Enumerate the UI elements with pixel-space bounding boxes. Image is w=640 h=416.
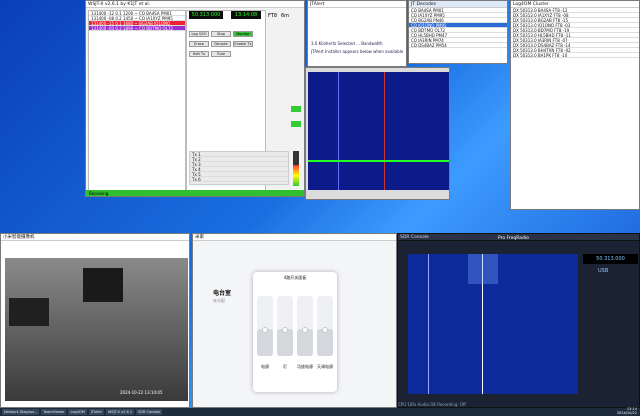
- room-title: 电台室: [213, 290, 232, 297]
- smarthome-title-bar: 米家: [193, 234, 396, 241]
- sdr-window[interactable]: SDR Console Pro FreqRadio 50.313.000 USB…: [397, 233, 640, 408]
- waterfall-signal-line: [338, 72, 339, 190]
- smarthome-window[interactable]: 米家 电台室 未分配 4路开关面板 电源 灯 功放电源 天调电源: [192, 233, 397, 408]
- taskbar: Network Diagnos... TeamViewer Log4OM JTA…: [0, 408, 640, 416]
- jtalert-notice: JTAlert Installer appears below when ava…: [311, 49, 404, 54]
- camera-title-bar: 小米智能摄像机: [1, 234, 189, 241]
- taskbar-item[interactable]: WSJT-X v2.6.1: [105, 409, 135, 415]
- wsjt-status-bar: Receiving: [86, 190, 304, 196]
- switch-slider-amp[interactable]: [297, 296, 313, 356]
- wsjt-window[interactable]: WSJT-X v2.6.1 by K1JT et al. 131400 -12 …: [85, 0, 305, 197]
- logger-title-bar: Log4OM Cluster: [511, 1, 639, 8]
- room-subtitle: 未分配: [213, 298, 225, 303]
- taskbar-item[interactable]: SDR Console: [136, 409, 163, 415]
- wsjt-freq-display: 50.313 000: [189, 11, 223, 19]
- taskbar-item[interactable]: TeamViewer: [41, 409, 67, 415]
- switch-label-amp: 功放电源: [297, 364, 313, 369]
- calllist-window[interactable]: JT Decodes CQ BA4SA PM01 CQ JA1XYZ PM95 …: [408, 0, 508, 64]
- wsjt-title-bar: WSJT-X v2.6.1 by K1JT et al.: [86, 1, 304, 8]
- log-row[interactable]: DX 50313.0 BA1PK FT8 -10: [511, 53, 639, 58]
- monitor-button[interactable]: Monitor: [233, 31, 253, 37]
- clock-date: 2024/10/22: [616, 411, 637, 415]
- tx-row[interactable]: Tx 6: [190, 177, 288, 182]
- wsjt-decode-pane[interactable]: 131400 -12 0.1 1200 ~ CQ BA4SA PM01 1314…: [88, 10, 186, 193]
- spectrum-trace: [308, 160, 449, 162]
- wsjt-signal-meter: [293, 151, 299, 186]
- radio-equipment: [9, 298, 49, 326]
- sdr-signal-line-1: [428, 254, 429, 394]
- wsjt-band-label: 6m: [281, 13, 290, 19]
- erase-button[interactable]: Erase: [189, 41, 209, 47]
- camera-timestamp: 2024-10-22 13:14:05: [120, 390, 163, 395]
- sdr-mode-label: USB: [598, 268, 609, 274]
- decode-row-highlight: 131400 -03 0.3 1890 ~ CQ BD7MQ OL72: [89, 26, 185, 31]
- camera-window[interactable]: 小米智能摄像机 2024-10-22 13:14:05: [0, 233, 190, 408]
- wsjt-tx-panel: Tx 1 Tx 2 Tx 3 Tx 4 Tx 5 Tx 6: [189, 151, 289, 185]
- switch-label-power: 电源: [261, 364, 269, 369]
- wsjt-side-green-1[interactable]: [291, 106, 301, 112]
- jtalert-message: 3.0 Kilohertz Selected ... Bandwidth: [311, 41, 383, 46]
- log-qso-button[interactable]: Log QSO: [189, 31, 209, 37]
- wsjt-mode-label: FT8: [268, 13, 278, 19]
- jtalert-window[interactable]: JTAlert 3.0 Kilohertz Selected ... Bandw…: [307, 0, 407, 67]
- dialog-title: 4路开关面板: [283, 275, 307, 280]
- taskbar-item[interactable]: JTAlert: [88, 409, 104, 415]
- taskbar-item[interactable]: Log4OM: [68, 409, 87, 415]
- halt-tx-button[interactable]: Halt Tx: [189, 51, 209, 57]
- switch-label-tuner: 天调电源: [317, 364, 333, 369]
- taskbar-item[interactable]: Network Diagnos...: [2, 409, 40, 415]
- switch-slider-light[interactable]: [277, 296, 293, 356]
- wsjt-time-display: 13:14:08: [231, 11, 261, 19]
- monitor-shape: [83, 268, 123, 302]
- switch-slider-power[interactable]: [257, 296, 273, 356]
- taskbar-clock[interactable]: 13:14 2024/10/22: [617, 408, 640, 415]
- tune-button[interactable]: Tune: [211, 51, 231, 57]
- waterfall-display[interactable]: [308, 72, 449, 190]
- decode-button[interactable]: Decode: [211, 41, 231, 47]
- waterfall-tx-marker: [384, 72, 385, 190]
- sdr-spectrum[interactable]: [408, 254, 578, 394]
- switch-slider-tuner[interactable]: [317, 296, 333, 356]
- enable-tx-button[interactable]: Enable Tx: [233, 41, 253, 47]
- call-row[interactable]: CQ DS4BAZ PM54: [409, 43, 507, 48]
- logger-window[interactable]: Log4OM Cluster DX 50313.0 BA4SA FT8 -12 …: [510, 0, 640, 210]
- widegraph-window[interactable]: [305, 67, 450, 200]
- sdr-status-bar: CPU 18% Audio OK Recording: Off: [398, 402, 466, 407]
- sdr-passband: [468, 254, 498, 284]
- stop-button[interactable]: Stop: [211, 31, 231, 37]
- camera-feed[interactable]: 2024-10-22 13:14:05: [5, 258, 188, 401]
- sdr-freq-display: 50.313.000: [583, 254, 638, 264]
- switch-label-light: 灯: [283, 364, 287, 369]
- sdr-panel-title: Pro FreqRadio: [498, 236, 529, 241]
- wsjt-side-green-2[interactable]: [291, 121, 301, 127]
- jtalert-title-bar: JTAlert: [308, 1, 406, 8]
- calllist-title-bar: JT Decodes: [409, 1, 507, 8]
